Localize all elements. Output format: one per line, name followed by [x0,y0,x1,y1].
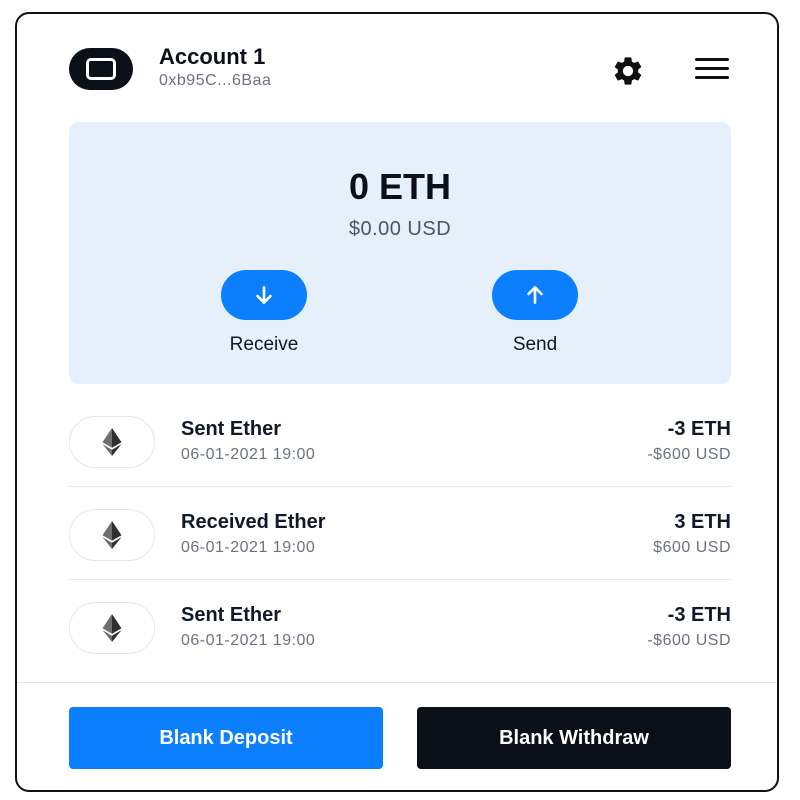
transaction-row[interactable]: Received Ether 06-01-2021 19:00 3 ETH $6… [69,487,731,580]
transaction-title: Received Ether [181,511,326,533]
transaction-usd: $600 USD [653,539,731,556]
ethereum-icon [69,602,155,654]
transaction-usd: -$600 USD [647,632,731,649]
usd-balance: $0.00 USD [348,218,452,240]
transaction-date: 06-01-2021 19:00 [181,446,316,463]
receive-button[interactable]: Receive [204,270,324,356]
send-button[interactable]: Send [475,270,595,356]
transaction-amount: -3 ETH [667,418,731,440]
eth-balance: 0 ETH [348,166,452,207]
transaction-title: Sent Ether [181,604,282,626]
account-avatar-icon[interactable] [69,48,133,90]
ethereum-icon [69,416,155,468]
account-name[interactable]: Account 1 [159,44,265,70]
ethereum-icon [69,509,155,561]
transaction-title: Sent Ether [181,418,282,440]
blank-withdraw-button[interactable]: Blank Withdraw [417,707,731,769]
send-circle[interactable] [492,270,578,320]
account-header: Account 1 0xb95C...6Baa [17,14,777,124]
transaction-row[interactable]: Sent Ether 06-01-2021 19:00 -3 ETH -$600… [69,394,731,487]
receive-label: Receive [229,334,299,355]
transaction-usd: -$600 USD [647,446,731,463]
receive-circle[interactable] [221,270,307,320]
blank-deposit-button[interactable]: Blank Deposit [69,707,383,769]
transaction-amount: -3 ETH [667,604,731,626]
send-label: Send [512,334,558,355]
transaction-date: 06-01-2021 19:00 [181,632,316,649]
footer-actions: Blank Deposit Blank Withdraw [17,682,777,790]
transaction-date: 06-01-2021 19:00 [181,539,316,556]
hamburger-menu-icon[interactable] [695,54,731,84]
wallet-window: Account 1 0xb95C...6Baa 0 ETH $0.00 USD … [15,12,779,792]
gear-icon[interactable] [611,54,645,88]
arrow-up-icon [527,286,543,304]
arrow-down-icon [256,286,272,304]
balance-card: 0 ETH $0.00 USD Receive Send [69,122,731,384]
account-address[interactable]: 0xb95C...6Baa [159,72,271,90]
transaction-row[interactable]: Sent Ether 06-01-2021 19:00 -3 ETH -$600… [69,580,731,673]
transaction-amount: 3 ETH [674,511,731,533]
